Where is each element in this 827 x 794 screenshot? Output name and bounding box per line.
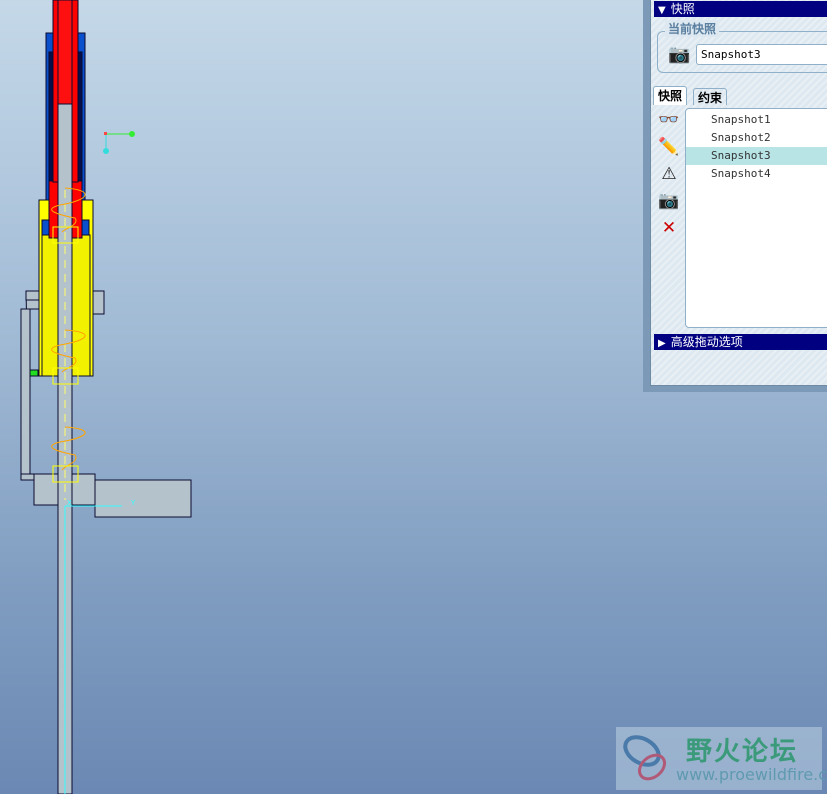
tab-snapshots[interactable]: 快照: [653, 86, 688, 105]
delete-icon[interactable]: ✕: [656, 218, 682, 245]
left-pipe: [20, 308, 31, 475]
list-item-selected[interactable]: Snapshot3: [686, 147, 827, 165]
axis-label-x: X: [67, 499, 72, 507]
drag-point-icon: [103, 131, 135, 154]
advanced-title: 高级拖动选项: [670, 335, 743, 349]
red-rod: [57, 0, 73, 105]
list-item[interactable]: Snapshot2: [686, 129, 827, 147]
butterfly-logo-icon: [623, 735, 667, 781]
section-title: 快照: [670, 2, 695, 16]
current-snapshot-title: 当前快照: [665, 20, 720, 37]
advanced-drag-header[interactable]: ▶ 高级拖动选项: [654, 334, 827, 350]
glasses-icon[interactable]: 👓: [656, 110, 682, 137]
collapse-icon: ▼: [658, 5, 666, 16]
flange-right: [92, 290, 105, 315]
cad-viewport[interactable]: X Y: [0, 0, 620, 794]
snapshot-panel: ▼ 快照 当前快照 📷 Snapshot3 快照 约束 👓 ✏️ ⚠ 📷 ✕ Sn…: [643, 0, 827, 392]
expand-icon: ▶: [658, 338, 666, 349]
green-marker: [29, 369, 39, 377]
side-block: [94, 479, 192, 518]
pencil-icon[interactable]: ✏️: [656, 137, 682, 164]
camera-copy-icon[interactable]: 📷: [656, 191, 682, 218]
camera-icon[interactable]: 📷: [668, 44, 690, 65]
snapshot-section-header[interactable]: ▼ 快照: [654, 1, 827, 17]
flange: [25, 290, 40, 301]
add-icon[interactable]: ⚠: [656, 164, 682, 191]
axis-label-y: Y: [130, 499, 136, 507]
tab-constraints[interactable]: 约束: [693, 88, 728, 105]
list-item[interactable]: Snapshot4: [686, 165, 827, 183]
watermark: 野火论坛 www.proewildfire.cn: [616, 727, 827, 790]
current-snapshot-input[interactable]: Snapshot3: [696, 44, 827, 65]
snapshot-list: Snapshot1 Snapshot2 Snapshot3 Snapshot4: [685, 108, 827, 328]
watermark-title: 野火论坛: [686, 737, 799, 767]
list-item[interactable]: Snapshot1: [686, 111, 827, 129]
coordinate-axes-icon: [64, 505, 122, 794]
watermark-url: www.proewildfire.cn: [676, 765, 827, 784]
